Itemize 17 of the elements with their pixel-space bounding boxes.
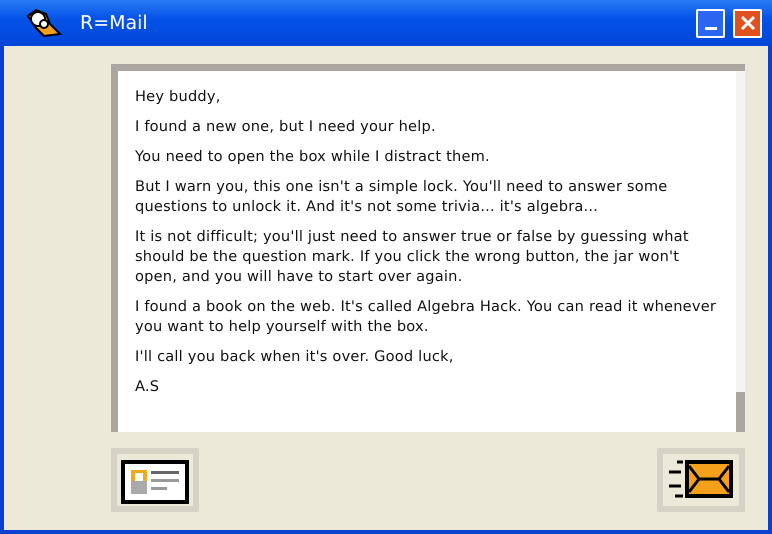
message-paragraph: You need to open the box while I distract them.	[135, 147, 491, 167]
minimize-icon	[704, 26, 716, 30]
message-paragraph: It is not difficult; you'll just need to answer true or false by guessing what should be the question mark. If you click the wrong button, the jar won't open, and you will have to start over again.	[135, 227, 690, 287]
message-paragraph: But I warn you, this one isn't a simple lock. You'll need to answer some questions to unlock it. And it's not some trivia... it's algebra...	[135, 177, 668, 217]
message-paragraph: I found a new one, but I need your help.	[135, 117, 437, 137]
close-icon	[740, 15, 756, 31]
contact-card-button[interactable]	[111, 448, 199, 512]
window-title: R=Mail	[80, 10, 149, 36]
close-button[interactable]	[733, 8, 762, 38]
send-mail-button[interactable]	[657, 448, 745, 512]
minimize-button[interactable]	[696, 8, 725, 38]
message-paragraph: A.S	[135, 377, 160, 397]
message-paragraph: I found a book on the web. It's called Algebra Hack. You can read it whenever you want to help yourself with the box.	[135, 297, 718, 337]
scrollbar[interactable]	[736, 71, 745, 432]
bird-icon	[24, 8, 62, 38]
message-paragraph: I'll call you back when it's over. Good luck,	[135, 347, 455, 367]
message-paragraph: Hey buddy,	[135, 87, 222, 107]
